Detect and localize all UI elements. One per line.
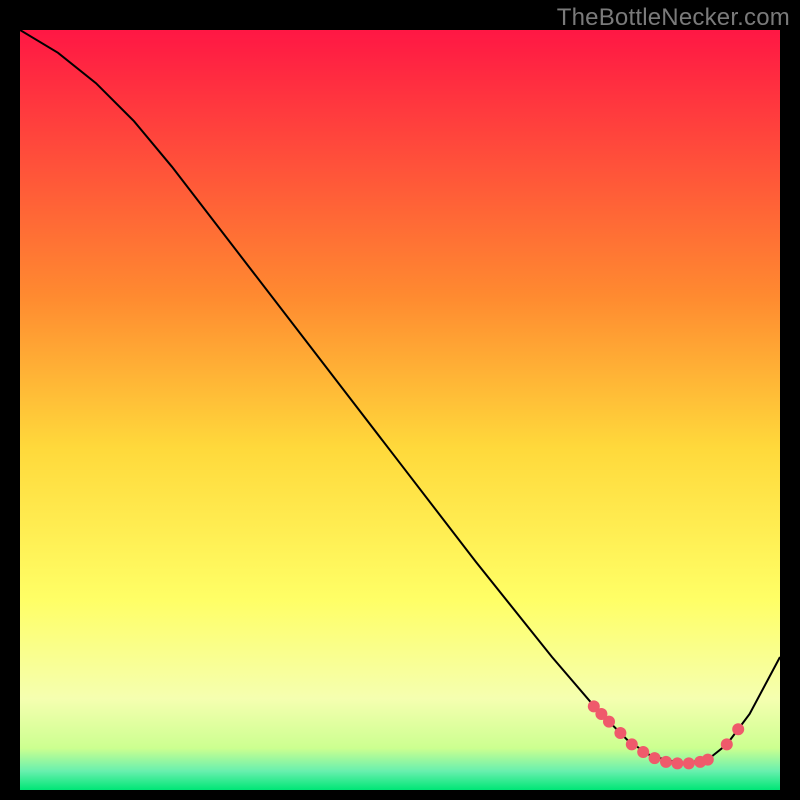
highlight-point <box>649 752 661 764</box>
highlight-point <box>660 756 672 768</box>
watermark-text: TheBottleNecker.com <box>557 4 790 32</box>
gradient-background <box>20 30 780 790</box>
highlight-point <box>683 757 695 769</box>
highlight-point <box>732 723 744 735</box>
chart-frame: TheBottleNecker.com <box>0 0 800 800</box>
highlight-point <box>614 727 626 739</box>
highlight-point <box>637 746 649 758</box>
highlight-point <box>702 754 714 766</box>
highlight-point <box>721 738 733 750</box>
highlight-point <box>671 757 683 769</box>
bottleneck-chart <box>20 30 780 790</box>
highlight-point <box>626 738 638 750</box>
highlight-point <box>603 716 615 728</box>
